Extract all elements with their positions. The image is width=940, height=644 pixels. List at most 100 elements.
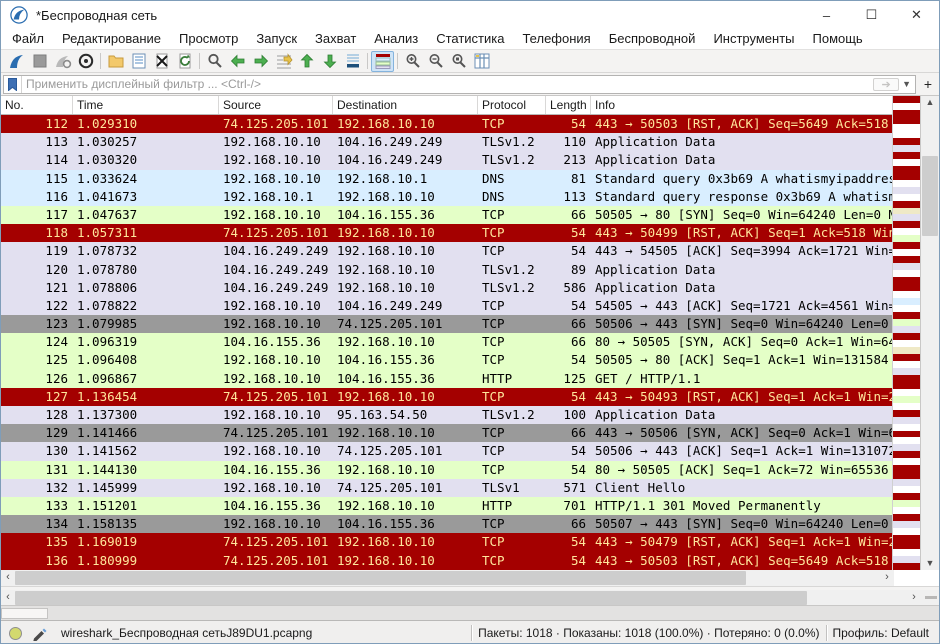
- column-header-len[interactable]: Length: [546, 96, 591, 114]
- packet-row-131[interactable]: 1311.144130104.16.155.36192.168.10.10TCP…: [1, 461, 894, 479]
- menu-item-9[interactable]: Беспроводной: [600, 29, 705, 49]
- profile-text[interactable]: Профиль: Default: [833, 626, 930, 640]
- packet-row-119[interactable]: 1191.078732104.16.249.249192.168.10.10TC…: [1, 242, 894, 260]
- menu-item-3[interactable]: Просмотр: [170, 29, 247, 49]
- column-header-time[interactable]: Time: [73, 96, 219, 114]
- packet-row-117[interactable]: 1171.047637192.168.10.10104.16.155.36TCP…: [1, 206, 894, 224]
- splitter-grip[interactable]: [925, 596, 937, 599]
- colorize-packets-icon[interactable]: [371, 51, 394, 72]
- packet-row-126[interactable]: 1261.096867192.168.10.10104.16.155.36HTT…: [1, 370, 894, 388]
- packet-row-120[interactable]: 1201.078780104.16.249.249192.168.10.10TL…: [1, 261, 894, 279]
- vertical-scrollbar-thumb[interactable]: [922, 156, 938, 236]
- packet-row-121[interactable]: 1211.078806104.16.249.249192.168.10.10TL…: [1, 279, 894, 297]
- cell-time: 1.144130: [73, 461, 219, 479]
- reload-file-icon[interactable]: [173, 51, 196, 72]
- menu-item-10[interactable]: Инструменты: [704, 29, 803, 49]
- packet-row-135[interactable]: 1351.16901974.125.205.101192.168.10.10TC…: [1, 533, 894, 551]
- zoom-out-icon[interactable]: [424, 51, 447, 72]
- filter-bar: ➔ ▼ +: [1, 73, 939, 96]
- minimap-stripe: [893, 228, 920, 235]
- cell-src: 192.168.10.10: [219, 406, 333, 424]
- go-previous-packet-icon[interactable]: [226, 51, 249, 72]
- scroll-up-icon[interactable]: ▲: [921, 96, 939, 109]
- menu-item-5[interactable]: Захват: [306, 29, 365, 49]
- go-first-packet-icon[interactable]: [295, 51, 318, 72]
- menu-item-7[interactable]: Статистика: [427, 29, 513, 49]
- resize-columns-icon[interactable]: [470, 51, 493, 72]
- packet-row-125[interactable]: 1251.096408192.168.10.10104.16.155.36TCP…: [1, 351, 894, 369]
- menu-item-8[interactable]: Телефония: [513, 29, 599, 49]
- packet-row-136[interactable]: 1361.18099974.125.205.101192.168.10.10TC…: [1, 552, 894, 570]
- packet-list-hscroll-thumb[interactable]: [15, 571, 746, 585]
- menu-item-11[interactable]: Помощь: [804, 29, 872, 49]
- packet-row-115[interactable]: 1151.033624192.168.10.10192.168.10.1DNS8…: [1, 170, 894, 188]
- scroll-right-icon[interactable]: ›: [907, 590, 921, 606]
- packet-row-128[interactable]: 1281.137300192.168.10.1095.163.54.50TLSv…: [1, 406, 894, 424]
- cell-src: 74.125.205.101: [219, 424, 333, 442]
- menu-item-4[interactable]: Запуск: [247, 29, 306, 49]
- scroll-left-icon[interactable]: ‹: [1, 590, 15, 606]
- cell-no: 136: [1, 552, 73, 570]
- packet-row-132[interactable]: 1321.145999192.168.10.1074.125.205.101TL…: [1, 479, 894, 497]
- packet-row-130[interactable]: 1301.141562192.168.10.1074.125.205.101TC…: [1, 442, 894, 460]
- column-header-dst[interactable]: Destination: [333, 96, 478, 114]
- open-file-icon[interactable]: [104, 51, 127, 72]
- edit-comment-icon[interactable]: [32, 626, 47, 641]
- column-header-src[interactable]: Source: [219, 96, 333, 114]
- detail-hscrollbar[interactable]: ‹ ›: [1, 590, 939, 606]
- restart-capture-icon[interactable]: [74, 51, 97, 72]
- zoom-original-icon[interactable]: [447, 51, 470, 72]
- filter-dropdown-caret-icon[interactable]: ▼: [902, 79, 911, 89]
- auto-scroll-icon[interactable]: [341, 51, 364, 72]
- packet-row-134[interactable]: 1341.158135192.168.10.10104.16.155.36TCP…: [1, 515, 894, 533]
- menu-item-1[interactable]: Файл: [3, 29, 53, 49]
- stop-capture-icon[interactable]: [28, 51, 51, 72]
- close-button[interactable]: ✕: [894, 1, 939, 29]
- packet-row-122[interactable]: 1221.078822192.168.10.10104.16.249.249TC…: [1, 297, 894, 315]
- column-header-no[interactable]: No.: [1, 96, 73, 114]
- add-filter-button[interactable]: +: [920, 75, 936, 94]
- capture-file-name[interactable]: wireshark_Беспроводная сетьJ89DU1.pcapng: [61, 626, 465, 640]
- maximize-button[interactable]: ☐: [849, 1, 894, 29]
- vertical-scrollbar[interactable]: ▲ ▼: [921, 96, 939, 570]
- save-file-icon[interactable]: [127, 51, 150, 72]
- apply-filter-arrow-icon[interactable]: ➔: [873, 78, 899, 91]
- scroll-right-icon[interactable]: ›: [880, 570, 894, 586]
- menu-item-6[interactable]: Анализ: [365, 29, 427, 49]
- menu-item-2[interactable]: Редактирование: [53, 29, 170, 49]
- cell-time: 1.096867: [73, 370, 219, 388]
- packet-row-114[interactable]: 1141.030320192.168.10.10104.16.249.249TL…: [1, 151, 894, 169]
- scroll-left-icon[interactable]: ‹: [1, 570, 15, 586]
- display-filter-input[interactable]: [22, 77, 873, 91]
- packet-row-118[interactable]: 1181.05731174.125.205.101192.168.10.10TC…: [1, 224, 894, 242]
- packet-row-124[interactable]: 1241.096319104.16.155.36192.168.10.10TCP…: [1, 333, 894, 351]
- packet-row-116[interactable]: 1161.041673192.168.10.1192.168.10.10DNS1…: [1, 188, 894, 206]
- minimap-stripe: [893, 437, 920, 444]
- filter-bookmark-icon[interactable]: [4, 76, 22, 93]
- find-packet-icon[interactable]: [203, 51, 226, 72]
- packet-row-127[interactable]: 1271.13645474.125.205.101192.168.10.10TC…: [1, 388, 894, 406]
- column-header-proto[interactable]: Protocol: [478, 96, 546, 114]
- close-file-icon[interactable]: [150, 51, 173, 72]
- go-to-packet-icon[interactable]: [272, 51, 295, 72]
- column-header-info[interactable]: Info: [591, 96, 894, 114]
- packet-row-129[interactable]: 1291.14146674.125.205.101192.168.10.10TC…: [1, 424, 894, 442]
- capture-options-icon[interactable]: [51, 51, 74, 72]
- packet-row-123[interactable]: 1231.079985192.168.10.1074.125.205.101TC…: [1, 315, 894, 333]
- go-next-packet-icon[interactable]: [249, 51, 272, 72]
- packet-row-113[interactable]: 1131.030257192.168.10.10104.16.249.249TL…: [1, 133, 894, 151]
- start-capture-icon[interactable]: [5, 51, 28, 72]
- go-last-packet-icon[interactable]: [318, 51, 341, 72]
- minimize-button[interactable]: –: [804, 1, 849, 29]
- cell-dst: 104.16.155.36: [333, 515, 478, 533]
- expert-info-icon[interactable]: [9, 627, 22, 640]
- intelligent-scrollbar-minimap[interactable]: [893, 96, 921, 570]
- scroll-down-icon[interactable]: ▼: [921, 557, 939, 570]
- packet-row-112[interactable]: 1121.02931074.125.205.101192.168.10.10TC…: [1, 115, 894, 133]
- cell-time: 1.078822: [73, 297, 219, 315]
- packet-row-133[interactable]: 1331.151201104.16.155.36192.168.10.10HTT…: [1, 497, 894, 515]
- zoom-in-icon[interactable]: [401, 51, 424, 72]
- collapsed-pane-handle[interactable]: [1, 608, 48, 619]
- detail-hscroll-thumb[interactable]: [15, 591, 807, 605]
- packet-list-hscrollbar[interactable]: ‹ ›: [1, 570, 894, 586]
